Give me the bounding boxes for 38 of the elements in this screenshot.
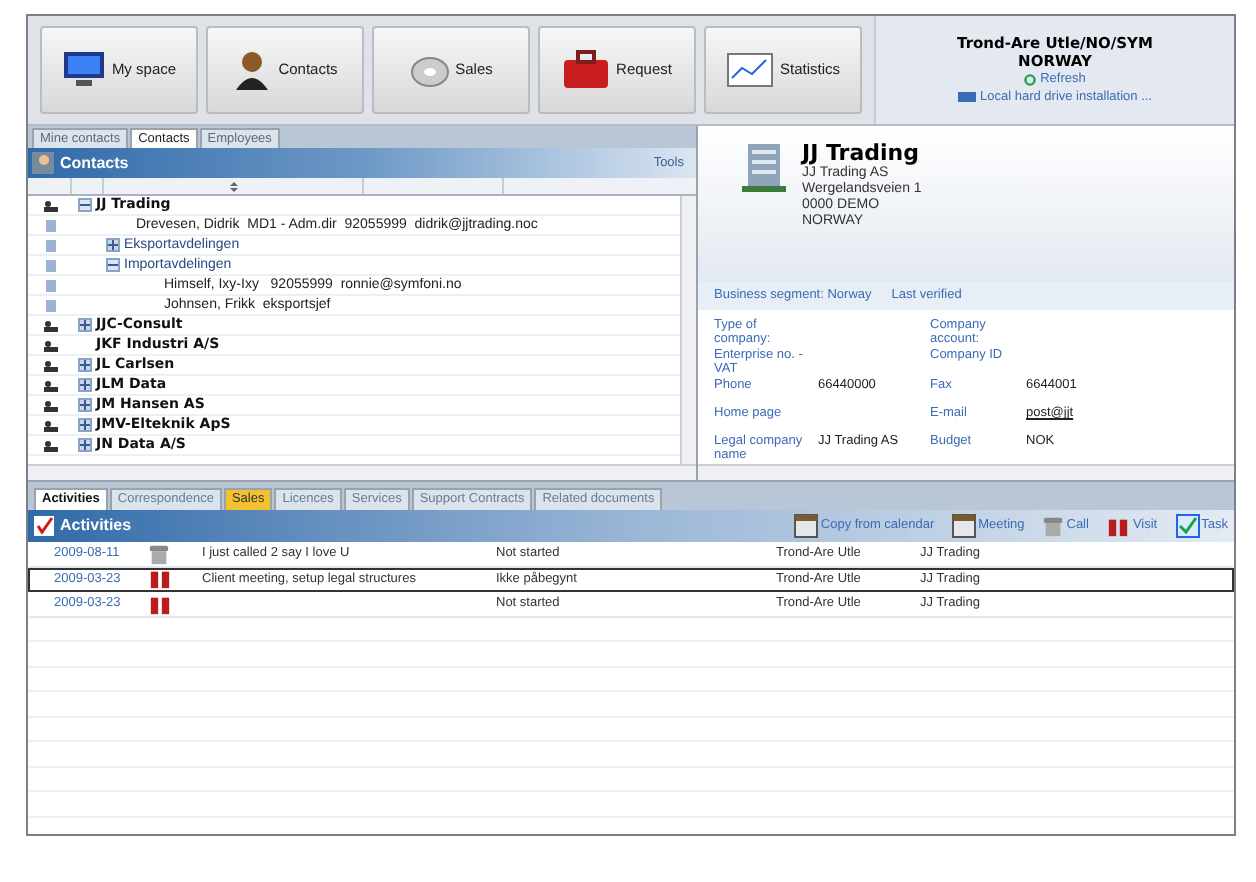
task-icon	[1175, 514, 1200, 538]
toolbox-icon	[562, 50, 611, 90]
visit-icon	[1106, 515, 1131, 537]
scrollbar[interactable]	[698, 464, 1234, 480]
expander-icon[interactable]	[78, 318, 92, 332]
panel-title: Activities	[60, 514, 132, 538]
expander-icon[interactable]	[78, 358, 92, 372]
refresh-icon	[1024, 73, 1037, 85]
drive-icon	[958, 92, 976, 102]
panel-title: Contacts	[60, 151, 129, 175]
calendar-icon	[794, 514, 819, 538]
expander-icon[interactable]	[78, 398, 92, 412]
scrollbar[interactable]	[28, 464, 696, 480]
people-icon	[43, 339, 57, 351]
people-icon	[43, 419, 57, 431]
expander-icon[interactable]	[78, 198, 92, 212]
expander-icon[interactable]	[106, 258, 120, 272]
checklist-icon	[34, 516, 54, 536]
sort-icon[interactable]	[229, 181, 237, 191]
people-icon	[43, 379, 57, 391]
people-icon	[43, 359, 57, 371]
building-icon	[742, 140, 786, 192]
expander-icon[interactable]	[78, 378, 92, 392]
people-icon	[43, 439, 57, 451]
monitor-icon	[61, 50, 106, 90]
visit-icon	[148, 568, 172, 591]
people-icon	[43, 399, 57, 411]
people-icon	[43, 199, 57, 211]
people-icon	[43, 319, 57, 331]
calendar-icon	[952, 514, 977, 538]
visit-icon	[148, 593, 172, 616]
scrollbar[interactable]	[680, 196, 696, 464]
expander-icon[interactable]	[78, 418, 92, 432]
expander-icon[interactable]	[106, 238, 120, 252]
expander-icon[interactable]	[78, 438, 92, 452]
company-title: JJ Trading	[802, 140, 922, 166]
chart-icon	[725, 52, 774, 88]
contacts-icon	[32, 152, 54, 174]
